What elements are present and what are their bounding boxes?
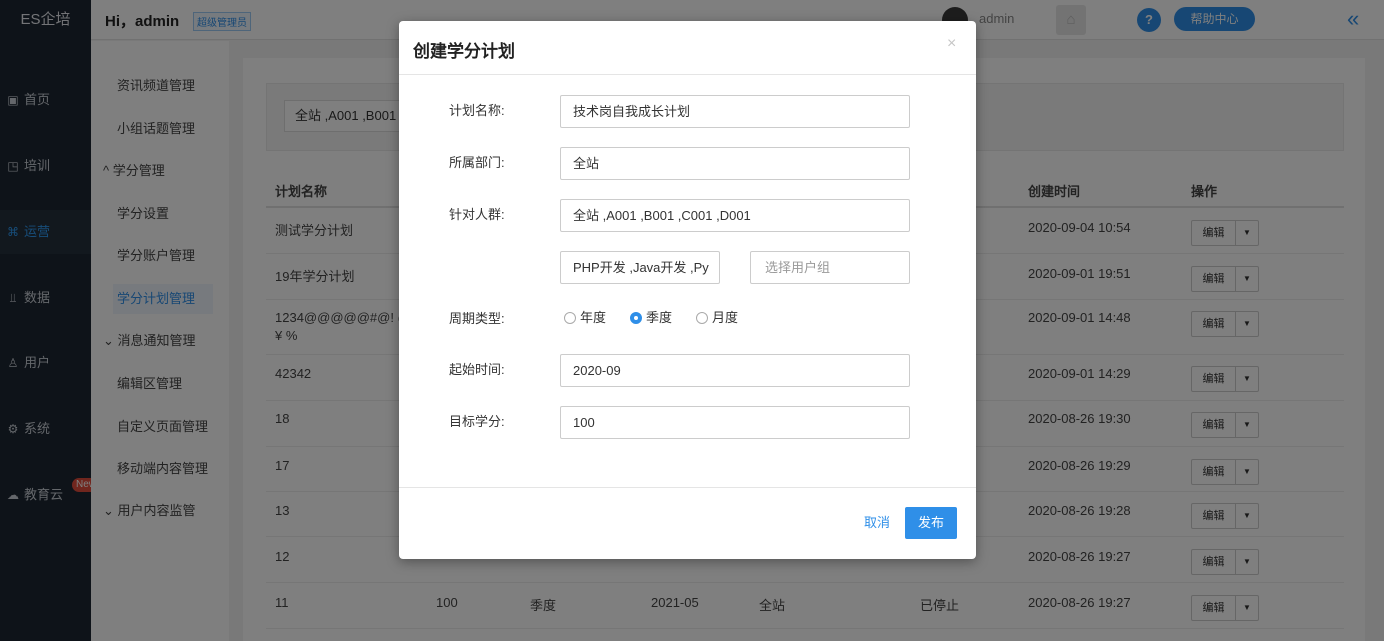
radio-checked-icon [630,312,642,324]
label-department: 所属部门: [449,155,505,170]
audience-input[interactable]: 全站 ,A001 ,B001 ,C001 ,D001 [560,199,910,232]
close-icon[interactable]: × [947,35,956,53]
radio-label: 年度 [580,310,607,325]
start-time-input[interactable]: 2020-09 [560,354,910,387]
label-audience: 针对人群: [449,207,505,222]
plan-name-input[interactable]: 技术岗自我成长计划 [560,95,910,128]
radio-quarterly[interactable]: 季度 [630,308,672,328]
publish-button[interactable]: 发布 [905,507,957,539]
create-credit-plan-dialog: 创建学分计划 × 计划名称: 技术岗自我成长计划 所属部门: 全站 针对人群: … [399,21,976,559]
radio-label: 季度 [646,310,673,325]
radio-circle-icon [564,312,576,324]
target-credits-input[interactable]: 100 [560,406,910,439]
radio-label: 月度 [712,310,739,325]
divider [399,74,976,75]
radio-monthly[interactable]: 月度 [696,308,738,328]
label-target-credits: 目标学分: [449,414,505,429]
radio-yearly[interactable]: 年度 [564,308,606,328]
radio-circle-icon [696,312,708,324]
dialog-title: 创建学分计划 [413,42,515,61]
divider [399,487,976,488]
label-start-time: 起始时间: [449,362,505,377]
label-cycle-type: 周期类型: [449,311,505,326]
user-groups-input[interactable]: PHP开发 ,Java开发 ,Py [560,251,720,284]
department-input[interactable]: 全站 [560,147,910,180]
label-plan-name: 计划名称: [449,103,505,118]
cancel-button[interactable]: 取消 [857,508,897,538]
user-group-select[interactable]: 选择用户组 [750,251,910,284]
